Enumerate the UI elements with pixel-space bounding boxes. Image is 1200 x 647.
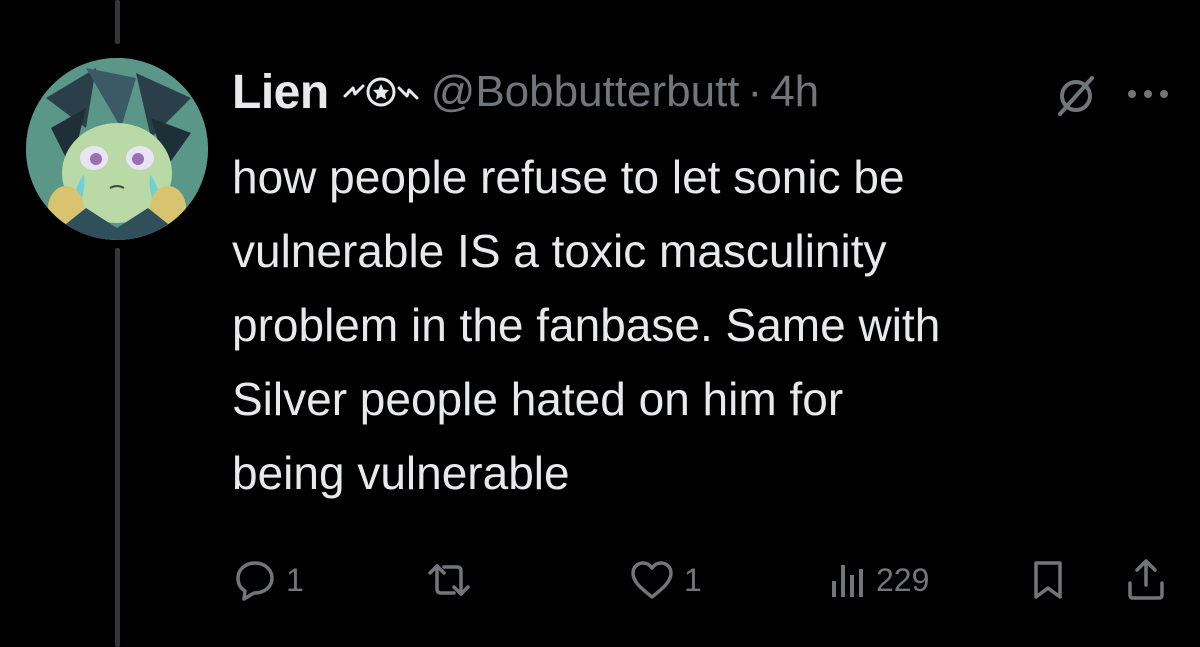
timestamp[interactable]: 4h bbox=[770, 67, 819, 117]
user-handle[interactable]: @Bobbutterbutt bbox=[431, 67, 740, 117]
display-name[interactable]: Lien bbox=[232, 65, 329, 120]
views-button[interactable]: 229 bbox=[828, 552, 929, 608]
avatar[interactable] bbox=[26, 58, 208, 240]
repost-button[interactable] bbox=[424, 552, 482, 608]
tweet-header: Lien @Bobbutterbutt · 4h bbox=[232, 60, 819, 124]
avatar-illustration bbox=[26, 58, 208, 240]
heart-icon bbox=[631, 561, 673, 599]
tweet-text-line: vulnerable IS a toxic masculinity bbox=[232, 225, 887, 277]
views-count: 229 bbox=[876, 561, 930, 598]
reply-button[interactable]: 1 bbox=[232, 552, 304, 608]
share-button[interactable] bbox=[1124, 552, 1168, 608]
tweet-text: how people refuse to let sonic be vulner… bbox=[232, 140, 1172, 510]
repost-icon bbox=[428, 564, 470, 596]
thread-line-top bbox=[115, 0, 120, 44]
lightning-star-icon bbox=[343, 74, 419, 110]
bookmark-icon bbox=[1034, 561, 1062, 599]
header-separator: · bbox=[747, 67, 763, 116]
tweet-text-line: being vulnerable bbox=[232, 447, 570, 499]
tweet-text-line: Silver people hated on him for bbox=[232, 373, 844, 425]
grok-icon[interactable] bbox=[1054, 74, 1098, 118]
like-count: 1 bbox=[684, 561, 702, 598]
reply-icon bbox=[236, 561, 274, 601]
bookmark-button[interactable] bbox=[1028, 552, 1068, 608]
like-button[interactable]: 1 bbox=[628, 552, 702, 608]
tweet-text-line: how people refuse to let sonic be bbox=[232, 151, 905, 203]
more-icon[interactable] bbox=[1124, 82, 1172, 106]
views-icon bbox=[832, 565, 863, 597]
reply-count: 1 bbox=[286, 561, 304, 598]
share-icon bbox=[1128, 559, 1164, 600]
action-bar: 1 1 229 bbox=[0, 552, 1200, 608]
tweet-text-line: problem in the fanbase. Same with bbox=[232, 299, 941, 351]
